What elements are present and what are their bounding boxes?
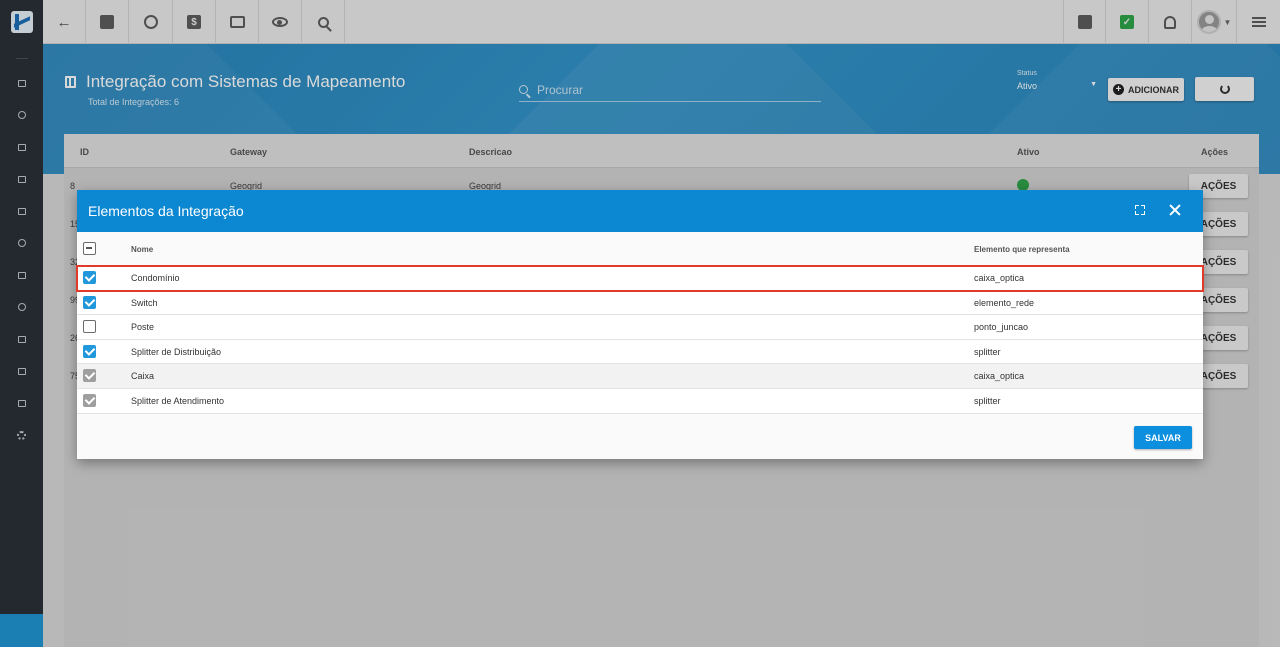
dialog-header: Elementos da Integração	[77, 190, 1203, 232]
row-checkbox[interactable]	[83, 271, 96, 284]
table-row[interactable]: Condomínio caixa_optica	[76, 265, 1204, 292]
element-type: ponto_juncao	[974, 322, 1029, 333]
dialog-title: Elementos da Integração	[88, 203, 244, 219]
element-type: elemento_rede	[974, 297, 1035, 308]
table-row[interactable]: Poste ponto_juncao	[77, 315, 1203, 340]
element-name: Poste	[131, 322, 155, 333]
select-all-checkbox[interactable]	[83, 242, 96, 255]
element-type: splitter	[974, 346, 1001, 357]
integration-elements-dialog: Elementos da Integração Nome Elemento qu…	[76, 190, 1204, 459]
col-nome: Nome	[131, 245, 154, 254]
fullscreen-icon[interactable]	[1135, 205, 1145, 215]
element-type: caixa_optica	[974, 371, 1025, 382]
elements-table-header: Nome Elemento que representa	[77, 232, 1203, 266]
row-checkbox[interactable]	[83, 320, 96, 334]
element-name: Splitter de Distribuição	[131, 346, 222, 357]
row-checkbox[interactable]	[83, 393, 96, 407]
row-checkbox[interactable]	[83, 344, 96, 358]
element-type: caixa_optica	[974, 273, 1025, 283]
element-type: splitter	[974, 395, 1001, 406]
table-row[interactable]: Caixa caixa_optica	[77, 364, 1203, 389]
row-checkbox[interactable]	[83, 369, 96, 383]
save-button[interactable]: SALVAR	[1134, 426, 1192, 449]
table-row[interactable]: Splitter de Atendimento splitter	[77, 388, 1203, 414]
table-row[interactable]: Switch elemento_rede	[77, 290, 1203, 316]
element-name: Splitter de Atendimento	[131, 395, 225, 406]
table-row[interactable]: Splitter de Distribuição splitter	[77, 339, 1203, 365]
col-elemento: Elemento que representa	[974, 245, 1070, 254]
element-name: Caixa	[131, 371, 155, 382]
row-checkbox[interactable]	[83, 295, 96, 309]
close-icon[interactable]	[1168, 203, 1182, 217]
element-name: Switch	[131, 297, 158, 308]
element-name: Condomínio	[131, 273, 180, 283]
